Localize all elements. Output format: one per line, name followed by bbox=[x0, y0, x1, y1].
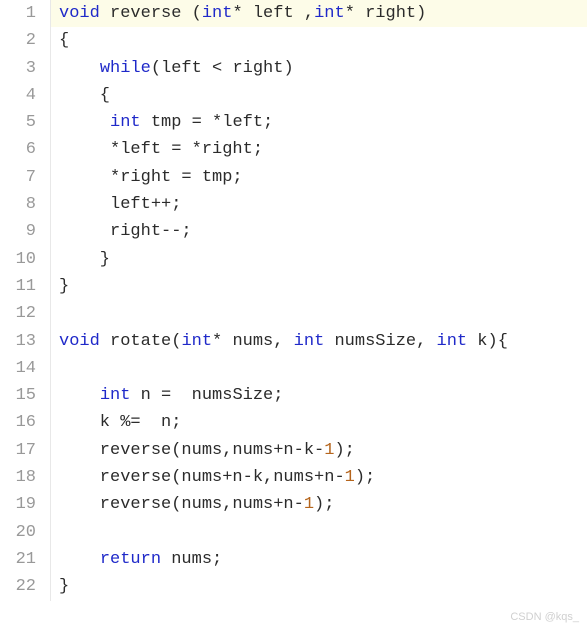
code-token: 1 bbox=[324, 441, 334, 460]
code-token: k){ bbox=[467, 332, 508, 351]
code-token: *left = *right; bbox=[59, 140, 263, 159]
code-token: } bbox=[59, 277, 69, 296]
line-number: 18 bbox=[0, 464, 36, 491]
code-token: * left , bbox=[232, 4, 314, 23]
code-line: return nums; bbox=[50, 546, 587, 573]
code-token: (left < right) bbox=[151, 59, 294, 78]
code-token: * nums, bbox=[212, 332, 294, 351]
code-line: *right = tmp; bbox=[50, 164, 587, 191]
line-number: 12 bbox=[0, 300, 36, 327]
line-number: 2 bbox=[0, 27, 36, 54]
code-line: } bbox=[50, 273, 587, 300]
code-line bbox=[50, 519, 587, 546]
line-number: 4 bbox=[0, 82, 36, 109]
code-line: { bbox=[50, 27, 587, 54]
code-area: void reverse (int* left ,int* right){ wh… bbox=[50, 0, 587, 601]
code-token: reverse(nums,nums+n- bbox=[59, 495, 304, 514]
code-token: } bbox=[59, 577, 69, 596]
code-line: *left = *right; bbox=[50, 136, 587, 163]
code-line: reverse(nums,nums+n-1); bbox=[50, 491, 587, 518]
code-line: while(left < right) bbox=[50, 55, 587, 82]
code-token: { bbox=[59, 31, 69, 50]
line-number: 14 bbox=[0, 355, 36, 382]
code-line: reverse(nums+n-k,nums+n-1); bbox=[50, 464, 587, 491]
code-token: int bbox=[181, 332, 212, 351]
code-token: reverse(nums,nums+n-k- bbox=[59, 441, 324, 460]
code-token: void bbox=[59, 4, 100, 23]
code-line: reverse(nums,nums+n-k-1); bbox=[50, 437, 587, 464]
line-number: 17 bbox=[0, 437, 36, 464]
code-token: rotate( bbox=[100, 332, 182, 351]
code-token: tmp = *left; bbox=[141, 113, 274, 132]
code-line bbox=[50, 355, 587, 382]
code-token: int bbox=[202, 4, 233, 23]
line-number: 9 bbox=[0, 218, 36, 245]
code-token: void bbox=[59, 332, 100, 351]
line-number: 5 bbox=[0, 109, 36, 136]
code-token: 1 bbox=[304, 495, 314, 514]
code-line: } bbox=[50, 246, 587, 273]
line-number: 7 bbox=[0, 164, 36, 191]
line-number: 3 bbox=[0, 55, 36, 82]
line-number: 15 bbox=[0, 382, 36, 409]
line-number: 21 bbox=[0, 546, 36, 573]
line-number: 11 bbox=[0, 273, 36, 300]
code-line: right--; bbox=[50, 218, 587, 245]
code-token: reverse ( bbox=[100, 4, 202, 23]
line-number: 13 bbox=[0, 328, 36, 355]
code-line: int tmp = *left; bbox=[50, 109, 587, 136]
code-token: right--; bbox=[59, 222, 192, 241]
code-token: int bbox=[110, 113, 141, 132]
code-line: int n = numsSize; bbox=[50, 382, 587, 409]
code-editor: 12345678910111213141516171819202122 void… bbox=[0, 0, 587, 601]
code-line bbox=[50, 300, 587, 327]
code-token: { bbox=[59, 86, 110, 105]
line-number: 1 bbox=[0, 0, 36, 27]
code-token: while bbox=[100, 59, 151, 78]
code-token: left++; bbox=[59, 195, 181, 214]
code-token: ); bbox=[355, 468, 375, 487]
code-token: } bbox=[59, 250, 110, 269]
code-line: left++; bbox=[50, 191, 587, 218]
code-line: void reverse (int* left ,int* right) bbox=[50, 0, 587, 27]
code-token: int bbox=[294, 332, 325, 351]
line-number: 19 bbox=[0, 491, 36, 518]
code-line: } bbox=[50, 573, 587, 600]
code-line: k %= n; bbox=[50, 409, 587, 436]
code-token: * right) bbox=[345, 4, 427, 23]
code-token: n = numsSize; bbox=[130, 386, 283, 405]
code-line: void rotate(int* nums, int numsSize, int… bbox=[50, 328, 587, 355]
line-number: 6 bbox=[0, 136, 36, 163]
code-token: 1 bbox=[345, 468, 355, 487]
code-token: reverse(nums+n-k,nums+n- bbox=[59, 468, 345, 487]
code-token: k %= n; bbox=[59, 413, 181, 432]
code-token: int bbox=[100, 386, 131, 405]
code-token bbox=[59, 59, 100, 78]
code-token bbox=[59, 386, 100, 405]
code-token: ); bbox=[334, 441, 354, 460]
code-token: numsSize, bbox=[324, 332, 436, 351]
code-token: ); bbox=[314, 495, 334, 514]
code-token: nums; bbox=[161, 550, 222, 569]
code-token: *right = tmp; bbox=[59, 168, 243, 187]
line-number: 8 bbox=[0, 191, 36, 218]
code-token: int bbox=[314, 4, 345, 23]
code-token bbox=[59, 113, 110, 132]
code-line: { bbox=[50, 82, 587, 109]
line-number: 16 bbox=[0, 409, 36, 436]
code-token: int bbox=[437, 332, 468, 351]
watermark-text: CSDN @kqs_ bbox=[510, 611, 579, 623]
code-token bbox=[59, 550, 100, 569]
line-number: 10 bbox=[0, 246, 36, 273]
code-token: return bbox=[100, 550, 161, 569]
line-number: 22 bbox=[0, 573, 36, 600]
line-number: 20 bbox=[0, 519, 36, 546]
line-number-gutter: 12345678910111213141516171819202122 bbox=[0, 0, 50, 601]
